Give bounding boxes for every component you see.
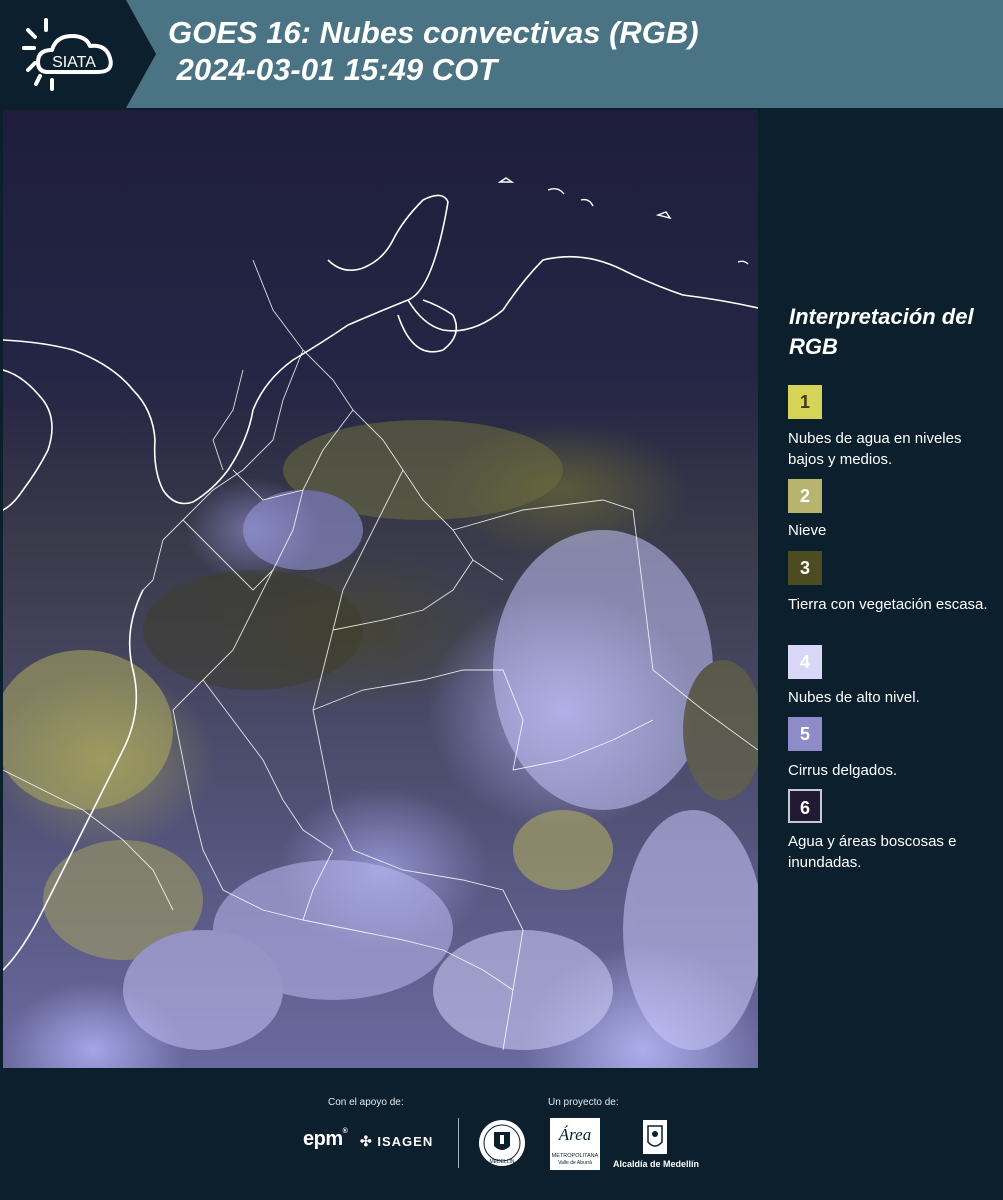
area-metropolitana-logo: Área METROPOLITANA Valle de Aburrá (550, 1118, 600, 1170)
legend-label-3: Tierra con vegetación escasa. (788, 596, 988, 613)
legend-label-6: Agua y áreas boscosas e inundadas. (788, 833, 957, 871)
satellite-map (3, 110, 758, 1068)
coat-of-arms-icon (643, 1120, 667, 1154)
legend-swatch-5: 5 (788, 717, 822, 751)
boundary-overlay (3, 177, 758, 1051)
title-line-2: 2024-03-01 15:49 COT (168, 52, 498, 87)
footer-divider (458, 1118, 459, 1168)
siata-logo: SIATA (14, 14, 126, 94)
isagen-logo: ✣ ISAGEN (360, 1133, 433, 1150)
area-logo-word: Área (558, 1125, 592, 1144)
isagen-logo-text: ISAGEN (377, 1134, 434, 1149)
legend-swatch-2: 2 (788, 479, 822, 513)
epm-logo: epm® (303, 1128, 348, 1150)
legend-swatch-3: 3 (788, 551, 822, 585)
isagen-icon: ✣ (360, 1133, 373, 1149)
legend-swatch-6: 6 (788, 789, 822, 823)
seal-icon: MEDELLÍN (479, 1120, 525, 1166)
medellin-seal: MEDELLÍN (477, 1118, 527, 1168)
title-line-1: GOES 16: Nubes convectivas (RGB) (168, 15, 699, 50)
logo-text: SIATA (52, 54, 96, 71)
header: SIATA GOES 16: Nubes convectivas (RGB) 2… (0, 0, 1003, 108)
legend-label-1: Nubes de agua en niveles bajos y medios. (788, 430, 962, 468)
project-label: Un proyecto de: (548, 1097, 619, 1108)
page-title: GOES 16: Nubes convectivas (RGB) 2024-03… (168, 14, 699, 88)
seal-text: MEDELLÍN (489, 1158, 514, 1165)
area-logo-sub2: Valle de Aburrá (558, 1160, 592, 1166)
sun-cloud-icon: SIATA (22, 18, 113, 91)
legend-label-5: Cirrus delgados. (788, 762, 898, 779)
area-logo-sub1: METROPOLITANA (551, 1153, 599, 1159)
legend-title: Interpretación del RGB (789, 304, 974, 359)
support-label: Con el apoyo de: (328, 1097, 404, 1108)
legend-label-4: Nubes de alto nivel. (788, 689, 920, 706)
legend-swatch-4: 4 (788, 645, 822, 679)
epm-logo-text: epm (303, 1128, 343, 1150)
legend-label-2: Nieve (788, 522, 827, 539)
alcaldia-logo-text: Alcaldía de Medellín (613, 1159, 700, 1169)
legend-swatch-1: 1 (788, 385, 822, 419)
alcaldia-logo (640, 1118, 670, 1156)
